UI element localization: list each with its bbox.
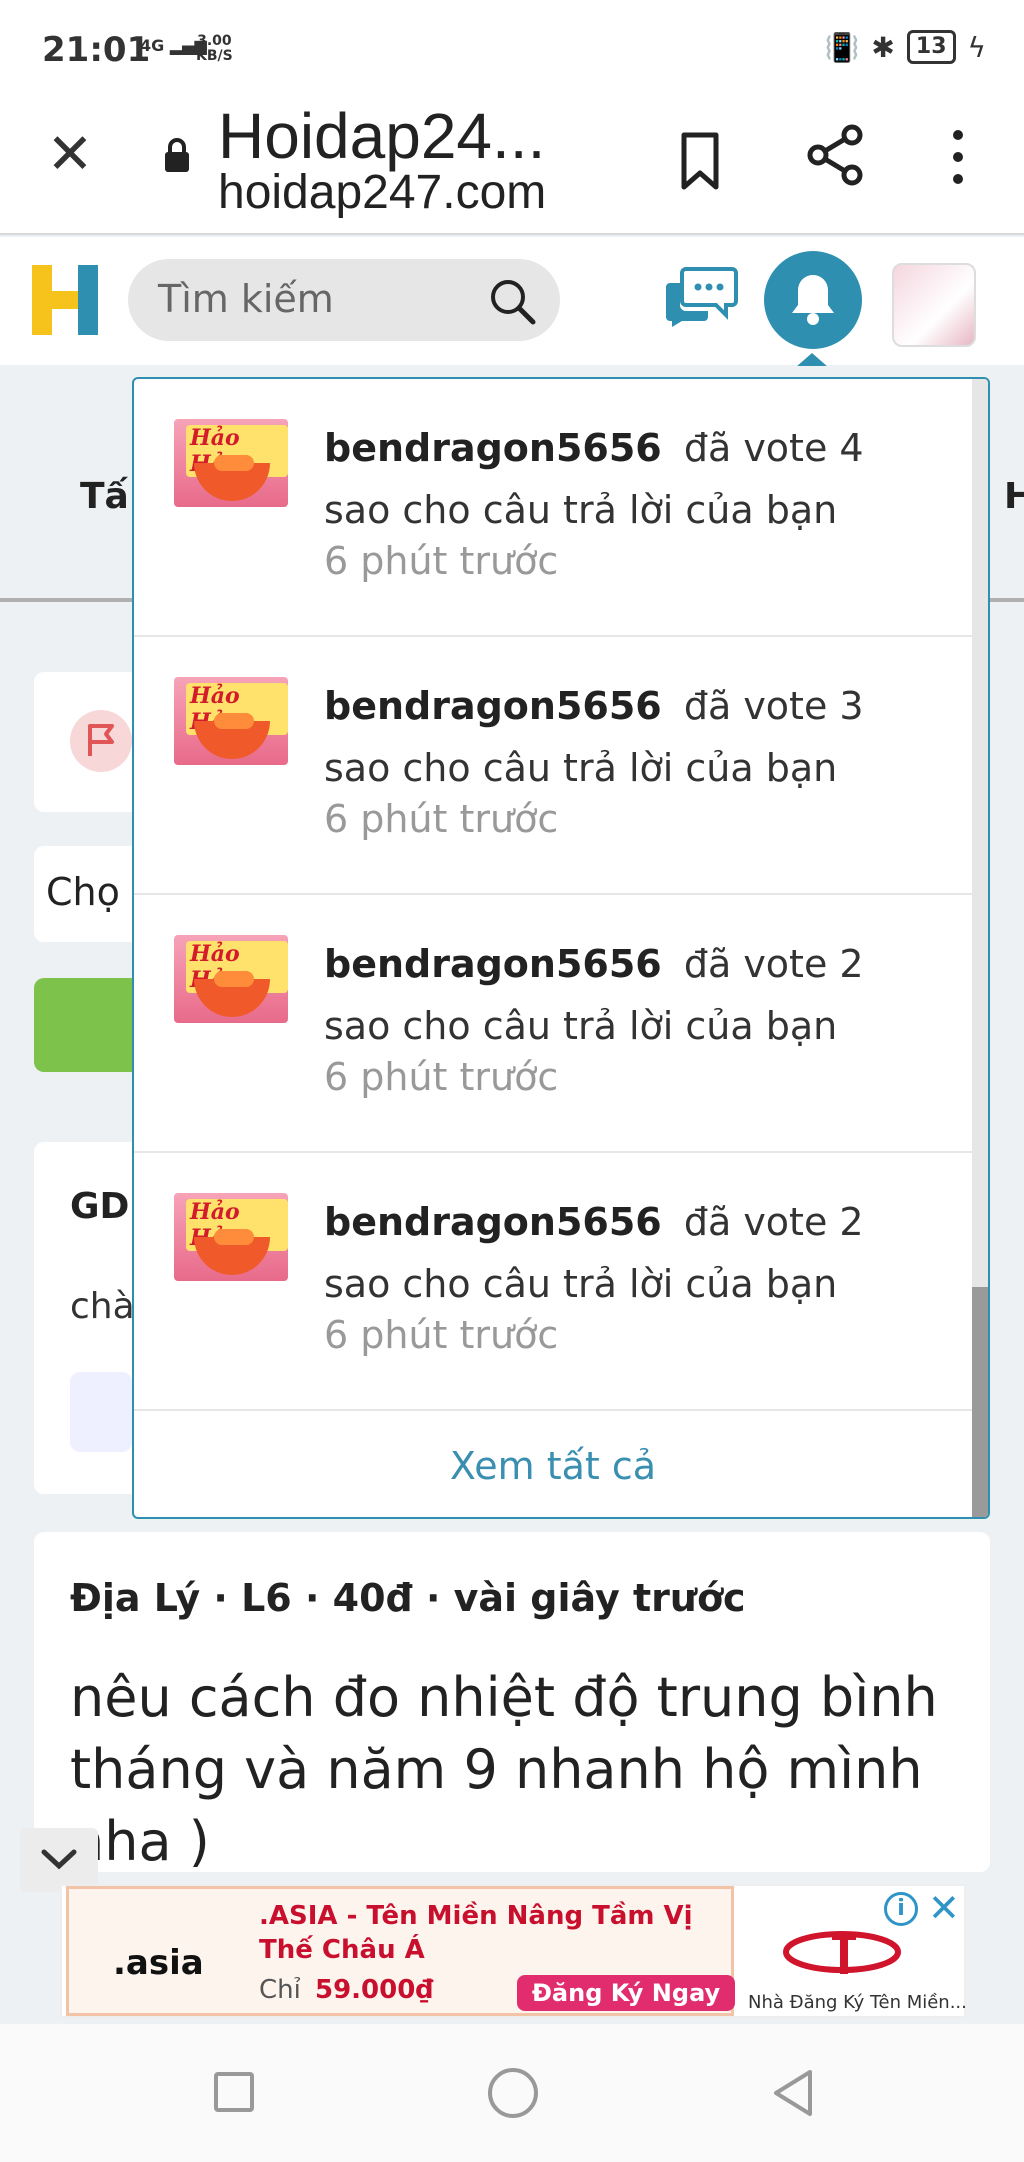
meta-separator: ·: [425, 1576, 441, 1620]
home-icon[interactable]: [488, 2068, 538, 2118]
network-speed: 3.00 KB/S: [196, 34, 233, 64]
flag-icon[interactable]: [70, 710, 132, 772]
ad-banner[interactable]: .asia .ASIA - Tên Miền Nâng Tầm Vị Thế C…: [60, 1884, 967, 2018]
share-icon[interactable]: [804, 123, 868, 187]
search-input[interactable]: Tìm kiếm: [128, 259, 560, 341]
battery-level: 13: [915, 34, 947, 59]
chat-icon[interactable]: [664, 265, 738, 329]
notification-time: 6 phút trước: [324, 539, 559, 583]
speed-unit: KB/S: [196, 48, 233, 64]
meta-separator: ·: [304, 1576, 320, 1620]
question-grade: L6: [241, 1576, 292, 1620]
question-subject: Địa Lý: [70, 1576, 201, 1620]
dropdown-pointer: [796, 353, 828, 367]
status-icons: 📳 ✱ 13 ϟ: [825, 30, 986, 64]
notification-time: 6 phút trước: [324, 1313, 559, 1357]
ad-creative[interactable]: .asia .ASIA - Tên Miền Nâng Tầm Vị Thế C…: [66, 1886, 735, 2016]
system-nav-bar: [0, 2024, 1024, 2162]
ad-cta-button[interactable]: Đăng Ký Ngay: [517, 1975, 735, 2011]
card-subject-partial: GD: [70, 1186, 130, 1227]
tab-all-partial[interactable]: Tấ: [80, 476, 129, 517]
more-options-icon[interactable]: [940, 125, 976, 189]
notification-user: bendragon5656: [324, 942, 662, 986]
notification-text: bendragon5656 đã vote 2 sao cho câu trả …: [324, 933, 924, 1057]
site-header: Tìm kiếm: [0, 237, 1024, 367]
question-time: vài giây trước: [453, 1576, 746, 1620]
browser-toolbar: ✕ Hoidap24... hoidap247.com: [0, 95, 1024, 235]
subject-select-label: Chọ: [46, 870, 120, 914]
notification-item[interactable]: Hảo Hảo bendragon5656 đã vote 3 sao cho …: [134, 637, 972, 895]
status-bar: 21:01 4G ▂▄▆ 3.00 KB/S 📳 ✱ 13 ϟ: [0, 0, 1024, 95]
recent-apps-icon[interactable]: [214, 2072, 254, 2112]
notification-button[interactable]: [764, 251, 862, 349]
notification-time: 6 phút trước: [324, 1055, 559, 1099]
bell-icon: [792, 275, 834, 325]
shrimp-icon: [214, 1229, 254, 1245]
notification-text: bendragon5656 đã vote 2 sao cho câu trả …: [324, 1191, 924, 1315]
ad-headline: .ASIA - Tên Miền Nâng Tầm Vị Thế Châu Á: [259, 1901, 693, 1965]
tab-right-partial[interactable]: H: [1004, 476, 1024, 517]
ad-price-label: Chỉ: [259, 1975, 301, 2005]
question-meta: Địa Lý · L6 · 40đ · vài giây trước: [70, 1576, 746, 1620]
collapse-ad-button[interactable]: [20, 1828, 98, 1892]
shrimp-icon: [214, 455, 254, 471]
page-url[interactable]: hoidap247.com: [218, 165, 546, 220]
close-icon[interactable]: ✕: [40, 125, 100, 185]
advertiser-name: Nhà Đăng Ký Tên Miền...: [748, 1992, 967, 2013]
notification-text: bendragon5656 đã vote 3 sao cho câu trả …: [324, 675, 924, 799]
notification-user: bendragon5656: [324, 1200, 662, 1244]
charging-icon: ϟ: [967, 30, 986, 64]
question-text: nêu cách đo nhiệt độ trung bình tháng và…: [70, 1666, 938, 1873]
notification-time: 6 phút trước: [324, 797, 559, 841]
ad-close-icon[interactable]: ✕: [928, 1886, 960, 1930]
network-type: 4G: [140, 36, 165, 55]
notification-item[interactable]: Hảo Hảo bendragon5656 đã vote 4 sao cho …: [134, 379, 972, 637]
card-text-partial: chà: [70, 1286, 135, 1327]
notification-user: bendragon5656: [324, 426, 662, 470]
flag-glyph: [88, 724, 114, 756]
back-icon[interactable]: [770, 2068, 816, 2118]
battery-icon: 13: [906, 30, 956, 64]
meta-separator: ·: [213, 1576, 228, 1620]
bluetooth-icon: ✱: [871, 30, 895, 64]
card-avatar: [70, 1372, 132, 1452]
ad-logo: .asia: [113, 1943, 204, 1983]
search-icon[interactable]: [486, 275, 538, 327]
speed-value: 3.00: [197, 33, 232, 49]
notification-text: bendragon5656 đã vote 4 sao cho câu trả …: [324, 417, 924, 541]
lock-icon: [165, 138, 189, 172]
notification-item[interactable]: Hảo Hảo bendragon5656 đã vote 2 sao cho …: [134, 1153, 972, 1411]
advertiser-logo-icon: [783, 1931, 901, 1974]
notification-avatar: Hảo Hảo: [174, 935, 288, 1023]
notification-avatar: Hảo Hảo: [174, 419, 288, 507]
see-all-link[interactable]: Xem tất cả: [134, 1413, 972, 1517]
search-placeholder: Tìm kiếm: [158, 277, 334, 321]
bookmark-icon[interactable]: [676, 131, 724, 191]
chevron-down-icon: [41, 1849, 77, 1870]
ad-price: 59.000₫: [315, 1975, 434, 2005]
notification-user: bendragon5656: [324, 684, 662, 728]
shrimp-icon: [214, 971, 254, 987]
vibrate-icon: 📳: [824, 30, 860, 64]
question-points: 40đ: [332, 1576, 413, 1620]
user-avatar[interactable]: [892, 263, 976, 347]
page-title[interactable]: Hoidap24...: [218, 99, 545, 173]
notification-avatar: Hảo Hảo: [174, 1193, 288, 1281]
status-time: 21:01: [42, 30, 151, 70]
scrollbar-thumb[interactable]: [972, 1287, 988, 1517]
notification-dropdown: Hảo Hảo bendragon5656 đã vote 4 sao cho …: [132, 377, 990, 1519]
ad-info-icon[interactable]: i: [884, 1892, 918, 1926]
notification-avatar: Hảo Hảo: [174, 677, 288, 765]
notification-item[interactable]: Hảo Hảo bendragon5656 đã vote 2 sao cho …: [134, 895, 972, 1153]
question-card[interactable]: Địa Lý · L6 · 40đ · vài giây trước nêu c…: [34, 1532, 990, 1873]
shrimp-icon: [214, 713, 254, 729]
hoidap-logo-icon[interactable]: [30, 261, 102, 337]
